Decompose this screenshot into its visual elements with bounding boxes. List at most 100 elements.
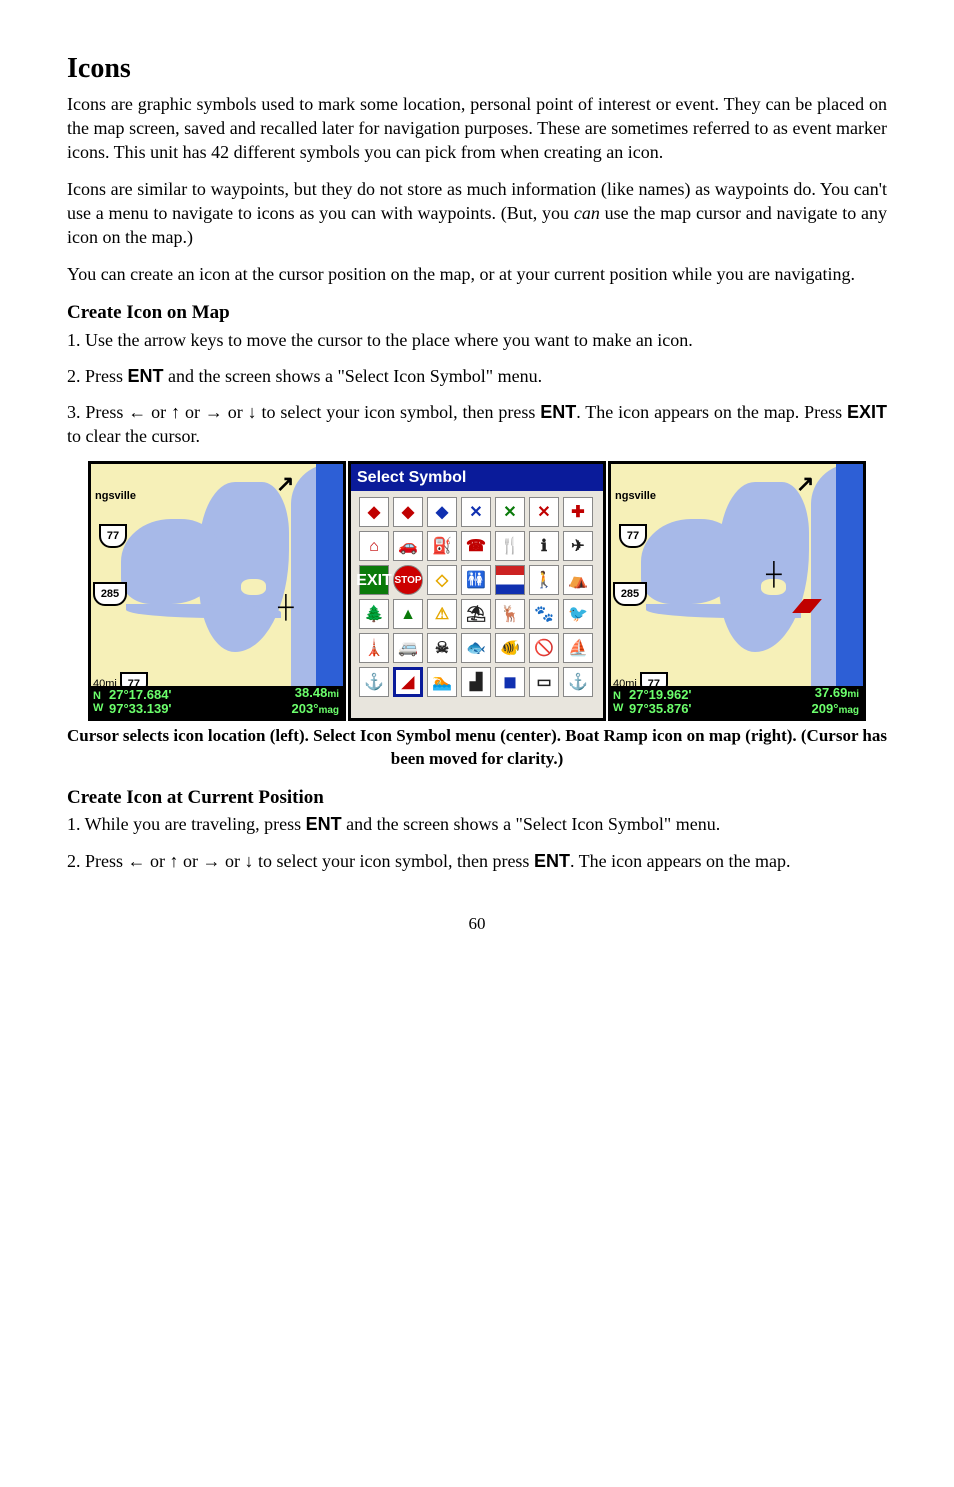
key-ent: ENT: [128, 366, 164, 386]
deep-water-shape: [836, 464, 866, 721]
page-number: 60: [67, 913, 887, 936]
nw-indicator: NW: [91, 690, 109, 714]
symbol-boat-ramp[interactable]: ◢: [393, 667, 423, 697]
text: 1. While you are traveling, press: [67, 814, 306, 834]
key-exit: EXIT: [847, 402, 887, 422]
symbol-tracks[interactable]: 🐾: [529, 599, 559, 629]
body-para-3: You can create an icon at the cursor pos…: [67, 262, 887, 286]
symbol-bird[interactable]: 🐦: [563, 599, 593, 629]
latitude: 27°17.684': [109, 688, 292, 702]
symbol-marina[interactable]: ◼: [495, 667, 525, 697]
coordinates: 27°19.962' 97°35.876': [629, 688, 812, 716]
symbol-wreck[interactable]: ⚓: [563, 667, 593, 697]
coordinates: 27°17.684' 97°33.139': [109, 688, 292, 716]
panel-title: Select Symbol: [351, 464, 603, 492]
step-1-2: 2. Press ENT and the screen shows a "Sel…: [67, 364, 887, 388]
symbol-car[interactable]: 🚗: [393, 531, 423, 561]
symbol-stop[interactable]: STOP: [393, 565, 423, 595]
distance-value: 38.48: [295, 685, 328, 700]
latitude: 27°19.962': [629, 688, 812, 702]
step-1-1: 1. Use the arrow keys to move the cursor…: [67, 328, 887, 352]
symbol-house[interactable]: ⌂: [359, 531, 389, 561]
symbol-restaurant[interactable]: 🍴: [495, 531, 525, 561]
select-symbol-panel: Select Symbol ◆ ◆ ◆ ✕ ✕ ✕ ✚ ⌂ 🚗 ⛽ ☎ 🍴 ℹ …: [348, 461, 606, 721]
symbol-no-fish[interactable]: 🚫: [529, 633, 559, 663]
bearing-value: 209°: [812, 701, 839, 716]
symbol-flag-usa[interactable]: [495, 565, 525, 595]
route-shield-285: 285: [93, 582, 127, 606]
symbol-lighthouse[interactable]: 🗼: [359, 633, 389, 663]
distance-value: 37.69: [815, 685, 848, 700]
symbol-restroom[interactable]: 🚻: [461, 565, 491, 595]
symbol-x-blue[interactable]: ✕: [461, 497, 491, 527]
symbol-dam[interactable]: ▟: [461, 667, 491, 697]
symbol-deer[interactable]: 🦌: [495, 599, 525, 629]
route-shield-77: 77: [619, 524, 647, 548]
step-2-1: 1. While you are traveling, press ENT an…: [67, 812, 887, 836]
route-shield-285: 285: [613, 582, 647, 606]
body-para-1: Icons are graphic symbols used to mark s…: [67, 92, 887, 165]
symbol-airport[interactable]: ✈: [563, 531, 593, 561]
figure-row: ngsville 77 285 ↗ ┼ 40mi 77 NW 27°17.684…: [67, 461, 887, 721]
symbol-info[interactable]: ℹ: [529, 531, 559, 561]
text: and the screen shows a "Select Icon Symb…: [342, 814, 721, 834]
distance-unit: mi: [847, 689, 859, 700]
symbol-anchor[interactable]: ⚓: [359, 667, 389, 697]
longitude: 97°33.139': [109, 702, 292, 716]
water-shape: [121, 519, 221, 604]
emphasis: can: [574, 203, 600, 223]
map-panel-right: ngsville 77 285 ↗ ┼ 40mi 77 NW 27°19.962…: [608, 461, 866, 721]
symbol-exit[interactable]: EXIT: [359, 565, 389, 595]
longitude: 97°35.876': [629, 702, 812, 716]
subheading-create-at-current: Create Icon at Current Position: [67, 785, 887, 811]
bearing-unit: mag: [318, 705, 339, 716]
cursor-arrow-icon: ↗: [796, 469, 814, 499]
symbol-phone[interactable]: ☎: [461, 531, 491, 561]
symbol-x-red[interactable]: ✕: [529, 497, 559, 527]
symbol-caution[interactable]: ◇: [427, 565, 457, 595]
step-1-3: 3. Press ← or ↑ or → or ↓ to select your…: [67, 400, 887, 449]
symbol-swim[interactable]: 🏊: [427, 667, 457, 697]
symbol-medical[interactable]: ✚: [563, 497, 593, 527]
cursor-arrow-icon: ↗: [276, 469, 294, 499]
symbol-campground[interactable]: ⛺: [563, 565, 593, 595]
distance-bearing: 37.69mi 209°mag: [812, 686, 863, 718]
cursor-crosshair-icon: ┼: [766, 559, 782, 589]
figure-caption: Cursor selects icon location (left). Sel…: [67, 725, 887, 771]
subheading-create-on-map: Create Icon on Map: [67, 300, 887, 326]
status-bar: NW 27°17.684' 97°33.139' 38.48mi 203°mag: [91, 686, 343, 718]
symbol-warning[interactable]: ⚠: [427, 599, 457, 629]
key-ent: ENT: [534, 851, 570, 871]
symbol-fish-2[interactable]: 🐠: [495, 633, 525, 663]
symbol-picnic[interactable]: ⛱: [461, 599, 491, 629]
text: to clear the cursor.: [67, 426, 200, 446]
symbol-x-green[interactable]: ✕: [495, 497, 525, 527]
body-para-2: Icons are similar to waypoints, but they…: [67, 177, 887, 250]
place-label: ngsville: [95, 489, 136, 504]
water-shape: [641, 519, 741, 604]
symbol-dock[interactable]: ▭: [529, 667, 559, 697]
symbol-grid: ◆ ◆ ◆ ✕ ✕ ✕ ✚ ⌂ 🚗 ⛽ ☎ 🍴 ℹ ✈ EXIT STOP ◇ …: [351, 491, 603, 703]
symbol-fish-1[interactable]: 🐟: [461, 633, 491, 663]
symbol-tree[interactable]: 🌲: [359, 599, 389, 629]
symbol-mountain[interactable]: ▲: [393, 599, 423, 629]
symbol-diamond-blue[interactable]: ◆: [427, 497, 457, 527]
symbol-skull[interactable]: ☠: [427, 633, 457, 663]
map-panel-left: ngsville 77 285 ↗ ┼ 40mi 77 NW 27°17.684…: [88, 461, 346, 721]
nw-indicator: NW: [611, 690, 629, 714]
key-ent: ENT: [306, 814, 342, 834]
step-2-2: 2. Press ← or ↑ or → or ↓ to select your…: [67, 849, 887, 873]
place-label: ngsville: [615, 489, 656, 504]
symbol-gas[interactable]: ⛽: [427, 531, 457, 561]
bearing-unit: mag: [838, 705, 859, 716]
text: 2. Press: [67, 366, 128, 386]
text: 3. Press ← or ↑ or → or ↓ to select your…: [67, 402, 540, 422]
symbol-boat[interactable]: ⛵: [563, 633, 593, 663]
symbol-diamond-red[interactable]: ◆: [359, 497, 389, 527]
symbol-hiker[interactable]: 🚶: [529, 565, 559, 595]
symbol-rv[interactable]: 🚐: [393, 633, 423, 663]
cursor-crosshair-icon: ┼: [278, 592, 294, 622]
symbol-diamond-red-2[interactable]: ◆: [393, 497, 423, 527]
distance-unit: mi: [327, 689, 339, 700]
bearing-value: 203°: [292, 701, 319, 716]
